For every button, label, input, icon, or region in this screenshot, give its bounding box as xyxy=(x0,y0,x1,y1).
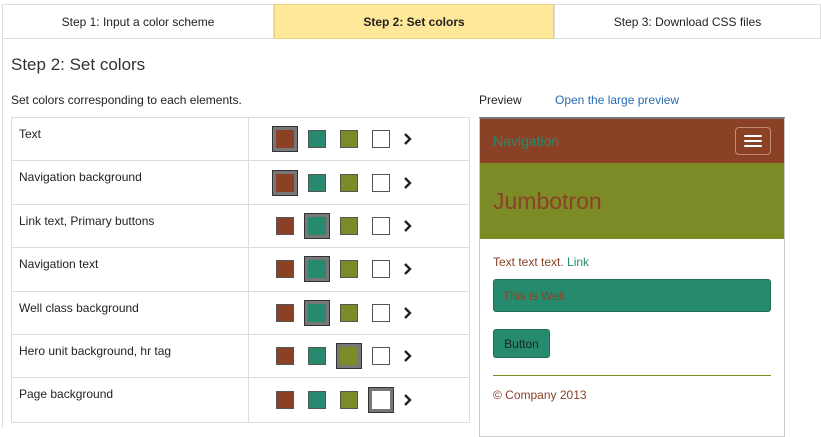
color-swatch-white[interactable] xyxy=(372,260,390,279)
chevron-right-icon[interactable] xyxy=(401,219,415,233)
color-swatch-brown[interactable] xyxy=(272,169,298,196)
chevron-right-icon[interactable] xyxy=(401,349,415,363)
color-row-label: Hero unit background, hr tag xyxy=(12,334,249,378)
color-swatch-group xyxy=(249,335,469,377)
color-swatch-white[interactable] xyxy=(372,347,390,366)
hamburger-icon-bar xyxy=(744,140,762,142)
preview-body-text: Text text text. Link xyxy=(493,255,771,269)
preview-nav-toggle-button[interactable] xyxy=(735,127,771,155)
chevron-right-icon[interactable] xyxy=(401,176,415,190)
color-row-label: Link text, Primary buttons xyxy=(12,204,249,248)
color-swatch-teal[interactable] xyxy=(308,173,326,192)
preview-text: Text text text. xyxy=(493,255,568,269)
color-swatch-brown[interactable] xyxy=(276,303,294,322)
color-row-label: Navigation text xyxy=(12,248,249,291)
color-swatch-olive[interactable] xyxy=(340,260,358,279)
color-swatch-group xyxy=(249,118,469,160)
color-row: Page background xyxy=(12,378,469,422)
color-swatch-teal[interactable] xyxy=(304,256,330,283)
preview-hr xyxy=(493,375,771,376)
color-row: Hero unit background, hr tag xyxy=(12,334,469,379)
color-swatch-olive[interactable] xyxy=(336,343,362,370)
preview-button[interactable]: Button xyxy=(493,329,550,358)
color-row-label: Text xyxy=(12,118,249,161)
page-title: Step 2: Set colors xyxy=(11,55,146,74)
color-swatch-brown[interactable] xyxy=(276,391,294,410)
color-swatch-teal[interactable] xyxy=(304,212,330,239)
preview-jumbotron-text: Jumbotron xyxy=(493,187,602,214)
instructions-text: Set colors corresponding to each element… xyxy=(11,93,242,107)
color-swatch-brown[interactable] xyxy=(272,126,298,153)
preview-well: This is Well. xyxy=(493,279,771,312)
hamburger-icon-bar xyxy=(744,145,762,147)
color-swatch-white[interactable] xyxy=(372,173,390,192)
chevron-right-icon[interactable] xyxy=(401,132,415,146)
preview-link[interactable]: Link xyxy=(567,255,589,269)
chevron-right-icon[interactable] xyxy=(401,262,415,276)
color-swatch-teal[interactable] xyxy=(304,299,330,326)
color-swatch-brown[interactable] xyxy=(276,260,294,279)
color-swatch-group xyxy=(249,292,469,334)
chevron-right-icon[interactable] xyxy=(401,306,415,320)
preview-jumbotron: Jumbotron xyxy=(480,163,784,239)
color-swatch-brown[interactable] xyxy=(276,347,294,366)
color-swatch-olive[interactable] xyxy=(340,303,358,322)
color-swatch-olive[interactable] xyxy=(340,391,358,410)
color-swatch-olive[interactable] xyxy=(340,130,358,149)
preview-nav-brand[interactable]: Navigation xyxy=(493,133,559,149)
color-swatch-brown[interactable] xyxy=(276,216,294,235)
color-swatch-group xyxy=(249,378,469,421)
preview-well-text: This is Well. xyxy=(503,288,568,303)
hamburger-icon-bar xyxy=(744,135,762,137)
color-swatch-white[interactable] xyxy=(372,216,390,235)
color-row: Well class background xyxy=(12,291,469,335)
preview-label: Preview xyxy=(479,93,522,107)
color-swatch-group xyxy=(249,161,469,203)
color-swatch-white[interactable] xyxy=(368,387,394,414)
color-swatch-white[interactable] xyxy=(372,303,390,322)
color-swatch-olive[interactable] xyxy=(340,173,358,192)
color-swatch-group xyxy=(249,248,469,290)
color-swatch-teal[interactable] xyxy=(308,347,326,366)
color-swatch-olive[interactable] xyxy=(340,216,358,235)
tab-step-3[interactable]: Step 3: Download CSS files xyxy=(554,4,821,39)
color-swatch-teal[interactable] xyxy=(308,130,326,149)
color-swatch-group xyxy=(249,205,469,247)
tab-step-2[interactable]: Step 2: Set colors xyxy=(274,4,554,39)
color-row-label: Navigation background xyxy=(12,161,249,204)
preview-footer: © Company 2013 xyxy=(493,388,587,402)
color-swatch-teal[interactable] xyxy=(308,391,326,410)
color-swatch-white[interactable] xyxy=(372,130,390,149)
color-row-label: Well class background xyxy=(12,291,249,334)
preview-navbar: Navigation xyxy=(480,119,784,163)
open-large-preview-link[interactable]: Open the large preview xyxy=(555,93,679,107)
tab-step-1[interactable]: Step 1: Input a color scheme xyxy=(2,4,274,39)
color-row: Text xyxy=(12,118,469,162)
chevron-right-icon[interactable] xyxy=(401,393,415,407)
color-row: Navigation background xyxy=(12,161,469,205)
color-settings-table: Text Navigation background Link text, Prim… xyxy=(11,117,470,423)
color-row-label: Page background xyxy=(12,378,249,422)
color-row: Navigation text xyxy=(12,248,469,292)
color-row: Link text, Primary buttons xyxy=(12,204,469,249)
preview-pane: Navigation Jumbotron Text text text. Lin… xyxy=(479,117,785,437)
